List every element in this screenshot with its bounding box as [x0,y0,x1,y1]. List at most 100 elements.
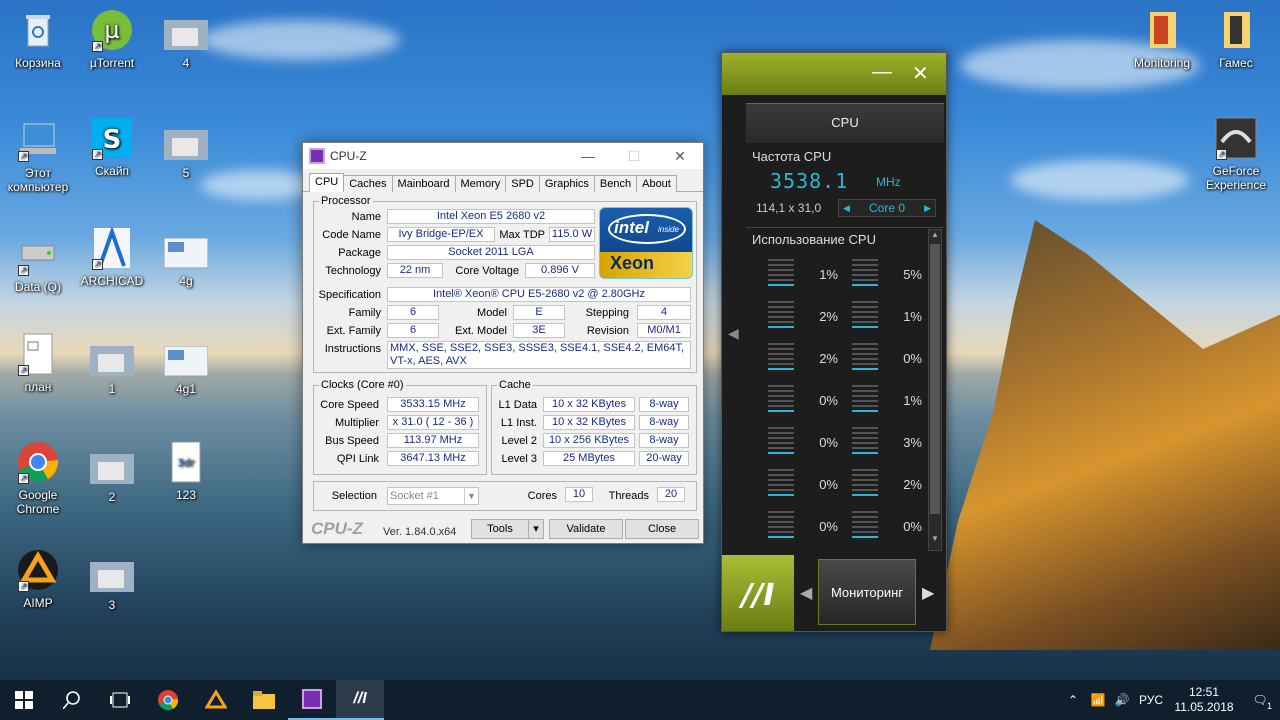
image-thumbnail-icon [164,130,208,162]
chevron-up-icon[interactable]: ⌃ [1060,693,1086,707]
desktop-icon-label: 4g [179,274,193,288]
field-label: L1 Data [498,399,537,411]
clock[interactable]: 12:51 11.05.2018 [1168,685,1240,715]
chevron-left-icon[interactable]: ◀ [728,325,739,342]
field-label: Specification [318,289,381,301]
geforce-icon: ↗ [1214,116,1258,160]
desktop-icon-4g1[interactable]: 4g1 [148,345,224,396]
usage-bar-meter [852,469,878,499]
usage-percent: 1% [903,393,922,408]
usage-percent: 1% [903,309,922,324]
minimize-icon[interactable]: — [872,61,892,84]
system-tray: ⌃ 📶 🔊 РУС 12:51 11.05.2018 🗨 1 [1060,680,1280,720]
specification-value: Intel® Xeon® CPU E5-2680 v2 @ 2.80GHz [387,287,691,302]
desktop-icon-4[interactable]: 4 [148,20,224,70]
desktop-icon-archicad[interactable]: ↗ ARCHICAD [74,225,150,288]
usage-scrollbar[interactable]: ▲ ▼ [928,229,942,551]
desktop-icon-geforce-experience[interactable]: ↗ GeForce Experience [1198,116,1274,192]
aida-logo-tile[interactable]: //I [722,555,794,631]
usage-percent: 0% [903,351,922,366]
search-icon[interactable] [48,680,96,720]
desktop-icon-label: Monitoring [1133,56,1191,70]
desktop-icon-google-chrome[interactable]: ↗ Google Chrome [0,440,76,516]
desktop-icon-recycle-bin[interactable]: Корзина [0,8,76,70]
desktop-icon-5[interactable]: 5 [148,130,224,180]
cpuz-title-bar[interactable]: CPU-Z — ☐ ✕ [303,143,703,169]
desktop-icon-this-pc[interactable]: ↗ Этот компьютер [0,118,76,194]
intel-wordmark: intel [614,218,649,237]
desktop-icon-1[interactable]: 1 [74,346,150,396]
desktop-icon-utorrent[interactable]: µ ↗ µTorrent [74,8,150,70]
close-icon[interactable]: ✕ [912,61,929,86]
desktop-icon-label: 5 [182,166,190,180]
frequency-unit: MHz [876,175,901,189]
chevron-right-icon[interactable]: ▶ [924,200,931,216]
taskbar: //I ⌃ 📶 🔊 РУС 12:51 11.05.2018 🗨 1 [0,680,1280,720]
desktop-icon-plan[interactable]: ↗ план [0,332,76,394]
cpu-monitor-gadget[interactable]: — ✕ CPU Частота CPU 3538.1 MHz 114,1 x 3… [721,52,947,632]
socket-select[interactable]: Socket #1 ▼ [387,487,479,505]
usage-percent: 3% [903,435,922,450]
desktop-icon-2[interactable]: 2 [74,454,150,504]
window-title: CPU-Z [330,149,367,163]
start-button[interactable] [0,680,48,720]
gadget-title-bar[interactable]: — ✕ [722,53,946,95]
usage-percent: 0% [903,519,922,534]
utorrent-icon: µ ↗ [90,8,134,52]
core-selector[interactable]: ◀ Core 0 ▶ [838,199,936,217]
maxtdp-value: 115.0 W [549,227,595,242]
close-icon[interactable]: ✕ [657,148,703,165]
chevron-right-icon[interactable]: ▶ [922,583,934,603]
aimp-taskbar-icon[interactable] [192,680,240,720]
desktop-icon-games[interactable]: Гамес [1198,8,1274,70]
wifi-icon[interactable]: 📶 [1086,693,1110,707]
tab-cpu[interactable]: CPU [309,173,345,192]
chrome-taskbar-icon[interactable] [144,680,192,720]
stepping-value: 4 [637,305,691,320]
clock-time: 12:51 [1188,685,1220,699]
package-value: Socket 2011 LGA [387,245,595,260]
validate-button[interactable]: Validate [549,519,623,539]
desktop-icon-label: GeForce Experience [1205,164,1267,192]
tab-memory[interactable]: Memory [454,175,507,192]
desktop-icon-3[interactable]: 3 [74,562,150,612]
chevron-left-icon[interactable]: ◀ [843,200,850,216]
tab-caches[interactable]: Caches [343,175,393,192]
cpuz-window[interactable]: CPU-Z — ☐ ✕ CPU Caches Mainboard Memory … [302,142,704,544]
desktop-icon-data-drive[interactable]: ↗ Data (Q) [0,232,76,294]
desktop-icon-123[interactable]: 3dr 123 [148,440,224,502]
monitoring-mode-button[interactable]: Мониторинг [818,559,916,625]
minimize-icon[interactable]: — [565,148,611,164]
cpuz-taskbar-icon[interactable] [288,680,336,720]
usage-bar-meter [768,511,794,541]
tab-graphics[interactable]: Graphics [538,175,595,192]
tab-bench[interactable]: Bench [593,175,638,192]
desktop-icon-skype[interactable]: S ↗ Скайп [74,116,150,178]
volume-icon[interactable]: 🔊 [1110,693,1134,707]
scroll-down-icon[interactable]: ▼ [929,534,941,546]
tab-mainboard[interactable]: Mainboard [391,175,456,192]
file-explorer-icon[interactable] [240,680,288,720]
close-button[interactable]: Close [625,519,699,539]
usage-percent: 2% [819,309,838,324]
language-indicator[interactable]: РУС [1134,693,1168,707]
desktop-icon-monitoring[interactable]: Monitoring [1124,8,1200,70]
scroll-up-icon[interactable]: ▲ [929,230,941,242]
desktop-icon-aimp[interactable]: ↗ AIMP [0,548,76,610]
tools-button[interactable]: Tools [471,519,529,539]
chevron-left-icon[interactable]: ◀ [800,583,812,603]
aida-taskbar-icon[interactable]: //I [336,680,384,720]
usage-bar-meter [852,427,878,457]
field-label: Family [348,307,381,319]
desktop-icon-4g[interactable]: 4g [148,237,224,288]
task-view-icon[interactable] [96,680,144,720]
tab-about[interactable]: About [636,175,677,192]
notifications-icon[interactable]: 🗨 1 [1240,693,1280,711]
usage-bar-meter [852,259,878,289]
multiplier-value: x 31.0 ( 12 - 36 ) [387,415,479,430]
tab-spd[interactable]: SPD [505,175,540,192]
scrollbar-thumb[interactable] [930,244,940,514]
tools-dropdown-icon[interactable]: ▾ [528,519,544,539]
desktop-icon-label: Google Chrome [16,488,60,516]
inside-wordmark: inside [658,225,679,234]
